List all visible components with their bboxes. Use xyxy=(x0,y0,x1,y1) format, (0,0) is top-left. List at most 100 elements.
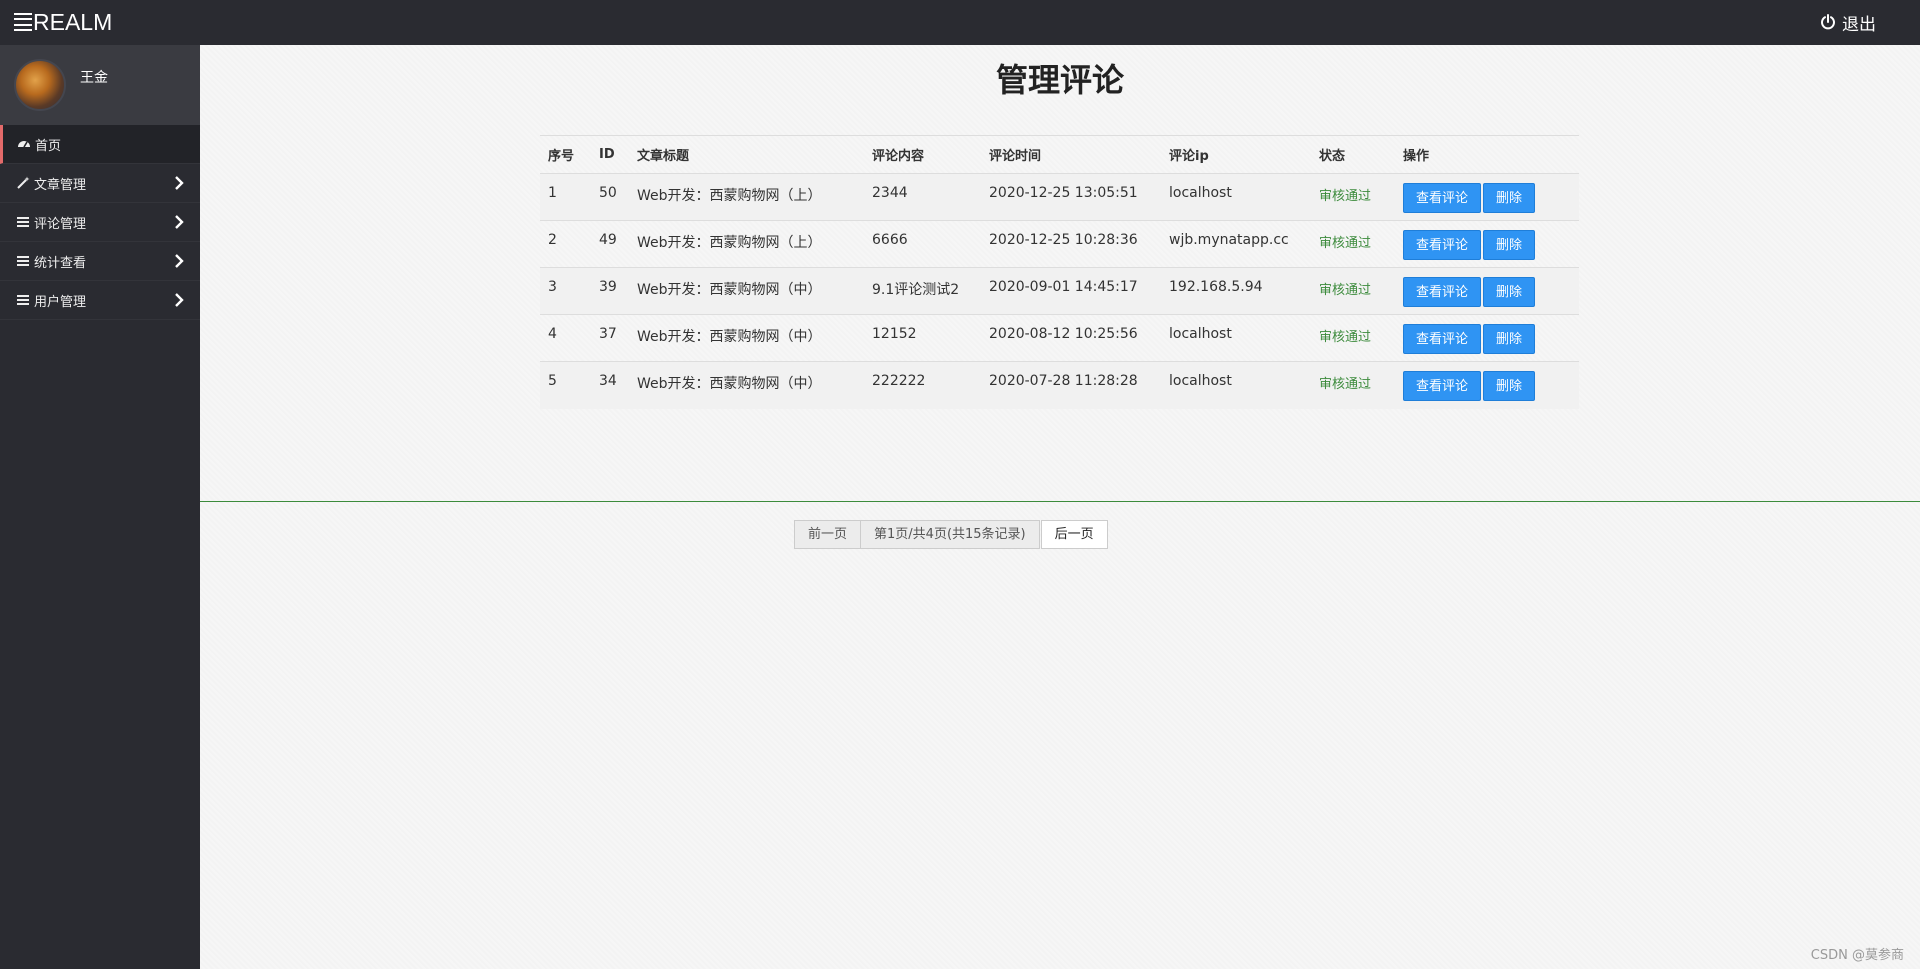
cell-article-title: Web开发：西蒙购物网（上） xyxy=(637,188,822,204)
status-badge: 审核通过 xyxy=(1319,283,1372,298)
cell-id: 37 xyxy=(599,326,617,342)
delete-button[interactable]: 删除 xyxy=(1483,324,1536,354)
avatar[interactable] xyxy=(14,59,66,111)
delete-button[interactable]: 删除 xyxy=(1483,371,1536,401)
cell-actions: 查看评论 删除 xyxy=(1395,174,1579,221)
cell-comment-content: 2344 xyxy=(872,185,908,201)
user-name: 王金 xyxy=(80,70,108,86)
cell-comment-content: 222222 xyxy=(872,373,926,389)
table-row: 4 37 Web开发：西蒙购物网（中） 12152 2020-08-12 10:… xyxy=(540,314,1579,362)
sidebar-nav: 首页 文章管理 评论管理 统计查看 用户管理 xyxy=(0,125,200,320)
sidebar-item-label: 文章管理 xyxy=(34,177,87,193)
pagination: 前一页 第1页/共4页(共15条记录) 后一页 xyxy=(794,520,1108,549)
cell-comment-content: 9.1评论测试2 xyxy=(872,282,960,298)
user-panel: 王金 xyxy=(0,45,200,125)
cell-index: 2 xyxy=(548,232,557,248)
list-icon xyxy=(17,256,29,266)
cell-comment-ip: wjb.mynatapp.cc xyxy=(1169,232,1289,248)
cell-comment-time: 2020-07-28 11:28:28 xyxy=(989,373,1138,389)
sidebar-item-comments[interactable]: 评论管理 xyxy=(0,203,200,242)
menu-bars-icon xyxy=(14,13,32,31)
power-icon xyxy=(1821,14,1835,30)
table-row: 1 50 Web开发：西蒙购物网（上） 2344 2020-12-25 13:0… xyxy=(540,173,1579,221)
cell-article-title: Web开发：西蒙购物网（中） xyxy=(637,329,822,345)
view-comment-button[interactable]: 查看评论 xyxy=(1403,230,1482,260)
column-header: 评论ip xyxy=(1169,149,1209,164)
cell-id: 50 xyxy=(599,185,617,201)
main-content: 管理评论 序号 ID 文章标题 评论内容 评论时间 评论ip 状态 操作 1 5… xyxy=(200,45,1920,969)
column-header: 评论内容 xyxy=(872,149,925,164)
watermark: CSDN @莫参商 xyxy=(1810,948,1904,963)
sidebar-item-label: 用户管理 xyxy=(34,294,87,310)
cell-actions: 查看评论 删除 xyxy=(1395,315,1579,362)
view-comment-button[interactable]: 查看评论 xyxy=(1403,277,1482,307)
table-row: 3 39 Web开发：西蒙购物网（中） 9.1评论测试2 2020-09-01 … xyxy=(540,267,1579,315)
cell-comment-time: 2020-09-01 14:45:17 xyxy=(989,279,1138,295)
cell-comment-time: 2020-08-12 10:25:56 xyxy=(989,326,1138,342)
section-divider xyxy=(200,501,1920,502)
view-comment-button[interactable]: 查看评论 xyxy=(1403,371,1482,401)
cell-actions: 查看评论 删除 xyxy=(1395,221,1579,268)
cell-comment-ip: localhost xyxy=(1169,373,1232,389)
table-row: 5 34 Web开发：西蒙购物网（中） 222222 2020-07-28 11… xyxy=(540,361,1579,409)
column-header: 操作 xyxy=(1403,149,1430,164)
chevron-right-icon xyxy=(175,215,184,229)
sidebar-item-home[interactable]: 首页 xyxy=(0,125,200,164)
delete-button[interactable]: 删除 xyxy=(1483,277,1536,307)
logout-button[interactable]: 退出 xyxy=(1820,10,1876,35)
logout-label: 退出 xyxy=(1842,14,1876,35)
list-icon xyxy=(17,217,29,227)
sidebar-item-statistics[interactable]: 统计查看 xyxy=(0,242,200,281)
cell-index: 4 xyxy=(548,326,557,342)
column-header: 评论时间 xyxy=(989,149,1042,164)
list-icon xyxy=(17,295,29,305)
logo[interactable]: REALM xyxy=(14,9,112,35)
delete-button[interactable]: 删除 xyxy=(1483,230,1536,260)
table-header-row: 序号 ID 文章标题 评论内容 评论时间 评论ip 状态 操作 xyxy=(540,135,1579,174)
delete-button[interactable]: 删除 xyxy=(1483,183,1536,213)
cell-id: 39 xyxy=(599,279,617,295)
chevron-right-icon xyxy=(175,176,184,190)
column-header: 状态 xyxy=(1319,149,1346,164)
cell-comment-ip: 192.168.5.94 xyxy=(1169,279,1263,295)
cell-comment-ip: localhost xyxy=(1169,185,1232,201)
logo-text: REALM xyxy=(33,9,113,35)
status-badge: 审核通过 xyxy=(1319,189,1372,204)
comments-table: 序号 ID 文章标题 评论内容 评论时间 评论ip 状态 操作 1 50 Web… xyxy=(540,135,1579,409)
sidebar-item-articles[interactable]: 文章管理 xyxy=(0,164,200,203)
wand-icon xyxy=(17,176,30,189)
top-bar: REALM 退出 xyxy=(0,0,1920,45)
cell-index: 5 xyxy=(548,373,557,389)
cell-article-title: Web开发：西蒙购物网（上） xyxy=(637,235,822,251)
cell-comment-content: 12152 xyxy=(872,326,917,342)
chevron-right-icon xyxy=(175,293,184,307)
column-header: ID xyxy=(599,147,615,162)
cell-id: 34 xyxy=(599,373,617,389)
sidebar: 王金 首页 文章管理 评论管理 统计查看 用户管理 xyxy=(0,45,200,969)
cell-comment-ip: localhost xyxy=(1169,326,1232,342)
cell-id: 49 xyxy=(599,232,617,248)
sidebar-item-label: 评论管理 xyxy=(34,216,87,232)
column-header: 序号 xyxy=(548,149,575,164)
cell-comment-time: 2020-12-25 13:05:51 xyxy=(989,185,1138,201)
status-badge: 审核通过 xyxy=(1319,377,1372,392)
status-badge: 审核通过 xyxy=(1319,330,1372,345)
cell-actions: 查看评论 删除 xyxy=(1395,268,1579,315)
cell-actions: 查看评论 删除 xyxy=(1395,362,1579,409)
cell-comment-time: 2020-12-25 10:28:36 xyxy=(989,232,1138,248)
sidebar-item-label: 统计查看 xyxy=(34,255,87,271)
cell-article-title: Web开发：西蒙购物网（中） xyxy=(637,282,822,298)
table-row: 2 49 Web开发：西蒙购物网（上） 6666 2020-12-25 10:2… xyxy=(540,220,1579,268)
page-title: 管理评论 xyxy=(995,61,1124,99)
dashboard-icon xyxy=(18,141,30,148)
view-comment-button[interactable]: 查看评论 xyxy=(1403,324,1482,354)
cell-index: 1 xyxy=(548,185,557,201)
sidebar-item-users[interactable]: 用户管理 xyxy=(0,281,200,320)
cell-article-title: Web开发：西蒙购物网（中） xyxy=(637,376,822,392)
chevron-right-icon xyxy=(175,254,184,268)
prev-page-button[interactable]: 前一页 xyxy=(794,520,862,549)
next-page-button[interactable]: 后一页 xyxy=(1040,520,1108,549)
cell-comment-content: 6666 xyxy=(872,232,908,248)
view-comment-button[interactable]: 查看评论 xyxy=(1403,183,1482,213)
status-badge: 审核通过 xyxy=(1319,236,1372,251)
